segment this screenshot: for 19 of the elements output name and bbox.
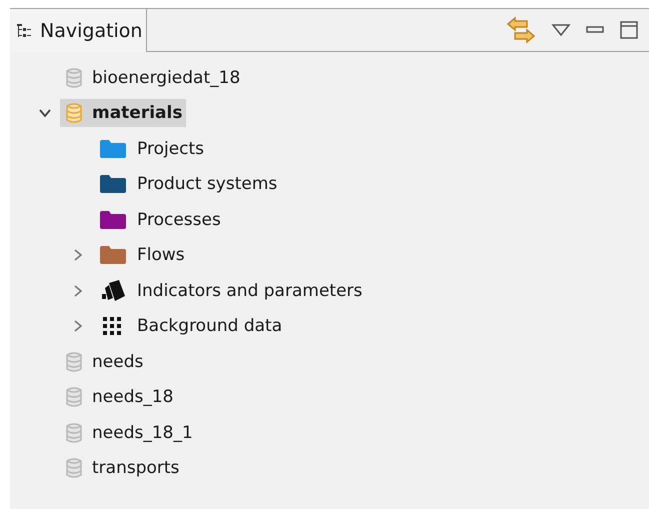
tree-item[interactable]: Projects [93, 136, 208, 162]
tree-item[interactable]: Flows [93, 242, 189, 268]
tree-item[interactable]: needs_18 [60, 383, 178, 412]
minimize-icon[interactable] [585, 25, 605, 35]
tree-item[interactable]: bioenergiedat_18 [60, 64, 244, 92]
cards-icon [99, 280, 127, 302]
tree-item[interactable]: needs [60, 348, 148, 376]
maximize-icon[interactable] [619, 20, 639, 40]
tree-icon [16, 22, 32, 38]
view-menu-icon[interactable] [551, 23, 571, 37]
link-arrows-icon[interactable] [505, 16, 537, 44]
tree-item[interactable]: needs_18_1 [60, 418, 197, 447]
tree-item[interactable]: materials [60, 99, 186, 128]
tree-item[interactable]: Product systems [93, 171, 282, 198]
tree-item[interactable]: transports [60, 454, 184, 482]
tree-item[interactable]: Processes [93, 206, 225, 233]
tree-item[interactable]: Background data [93, 313, 286, 340]
tree-item[interactable]: Indicators and parameters [93, 276, 366, 305]
navigation-tab[interactable]: Navigation [10, 9, 148, 52]
